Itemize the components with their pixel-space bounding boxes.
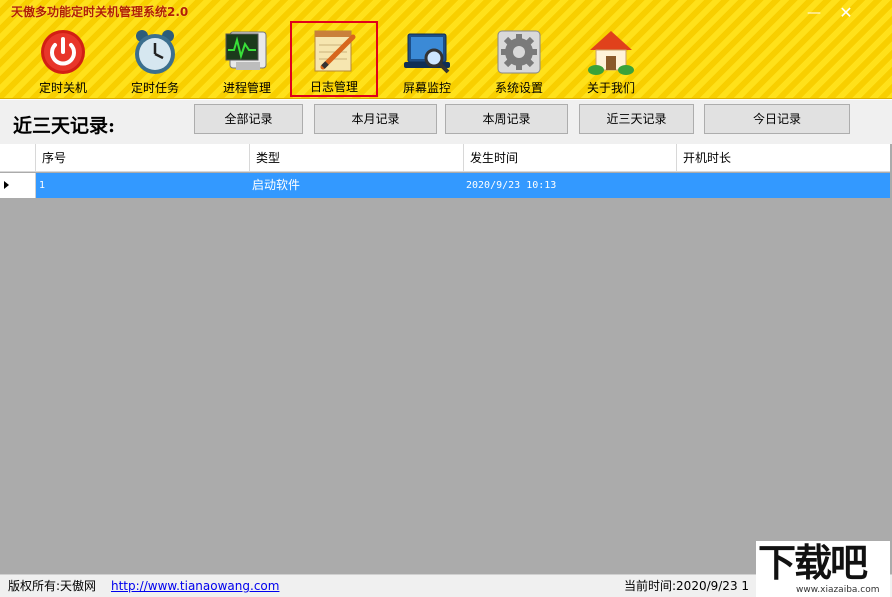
today-records-button[interactable]: 今日记录 (704, 104, 850, 134)
toolbar-label: 进程管理 (222, 81, 271, 95)
website-link[interactable]: http://www.tianaowang.com (111, 575, 279, 597)
current-time: 当前时间:2020/9/23 1 (624, 579, 750, 593)
table-row[interactable]: 1 启动软件 2020/9/23 10:13 (0, 173, 890, 198)
cell-index: 1 (39, 180, 46, 191)
toolbar-process-button[interactable]: 进程管理 (207, 24, 287, 96)
copyright-text: 版权所有:天傲网 (8, 579, 97, 593)
grid-header: 序号 类型 发生时间 开机时长 (0, 144, 890, 172)
cell-duration (680, 173, 890, 198)
toolbar: 天傲多功能定时关机管理系统2.0 — ✕ 定时关机 定时任务 进程管理 日志管理… (0, 0, 892, 99)
toolbar-label: 系统设置 (494, 81, 543, 95)
toolbar-shutdown-button[interactable]: 定时关机 (23, 24, 103, 96)
watermark-text: 下载吧 (758, 541, 868, 585)
three-days-records-button[interactable]: 近三天记录 (579, 104, 694, 134)
gear-icon (497, 30, 541, 74)
toolbar-task-button[interactable]: 定时任务 (115, 24, 195, 96)
log-grid[interactable]: 序号 类型 发生时间 开机时长 1 启动软件 2020/9/23 10:13 (0, 144, 892, 574)
house-icon (588, 31, 634, 75)
month-records-button[interactable]: 本月记录 (314, 104, 437, 134)
alarm-clock-icon (135, 30, 175, 74)
toolbar-screen-button[interactable]: 屏幕监控 (387, 24, 467, 96)
filter-title: 近三天记录: (13, 115, 116, 137)
minimize-button[interactable]: — (800, 2, 828, 24)
column-header-index[interactable]: 序号 (36, 144, 250, 172)
cell-time: 2020/9/23 10:13 (466, 180, 557, 191)
power-icon (41, 30, 85, 74)
laptop-magnifier-icon (404, 33, 450, 74)
monitor-chart-icon (225, 31, 267, 70)
toolbar-about-button[interactable]: 关于我们 (571, 24, 651, 96)
all-records-button[interactable]: 全部记录 (194, 104, 303, 134)
app-title: 天傲多功能定时关机管理系统2.0 (11, 5, 189, 19)
current-row-arrow-icon (4, 181, 9, 189)
row-selector[interactable] (0, 173, 36, 198)
toolbar-label: 关于我们 (586, 81, 635, 95)
column-header-time[interactable]: 发生时间 (464, 144, 677, 172)
toolbar-label: 屏幕监控 (402, 81, 451, 95)
toolbar-label: 日志管理 (309, 80, 358, 94)
column-header-type[interactable]: 类型 (250, 144, 464, 172)
watermark-url: www.xiazaiba.com (796, 585, 880, 595)
toolbar-label: 定时关机 (38, 81, 87, 95)
watermark-logo: 下载吧 www.xiazaiba.com (756, 541, 890, 597)
header-corner (0, 144, 36, 172)
column-header-duration[interactable]: 开机时长 (677, 144, 890, 172)
close-button[interactable]: ✕ (832, 2, 860, 24)
toolbar-log-button[interactable]: 日志管理 (290, 21, 378, 97)
toolbar-settings-button[interactable]: 系统设置 (479, 24, 559, 96)
cell-type: 启动软件 (252, 178, 301, 192)
week-records-button[interactable]: 本周记录 (445, 104, 568, 134)
filter-bar: 近三天记录: 全部记录 本月记录 本周记录 近三天记录 今日记录 (0, 100, 892, 144)
notepad-pen-icon (314, 30, 356, 72)
toolbar-label: 定时任务 (130, 81, 179, 95)
